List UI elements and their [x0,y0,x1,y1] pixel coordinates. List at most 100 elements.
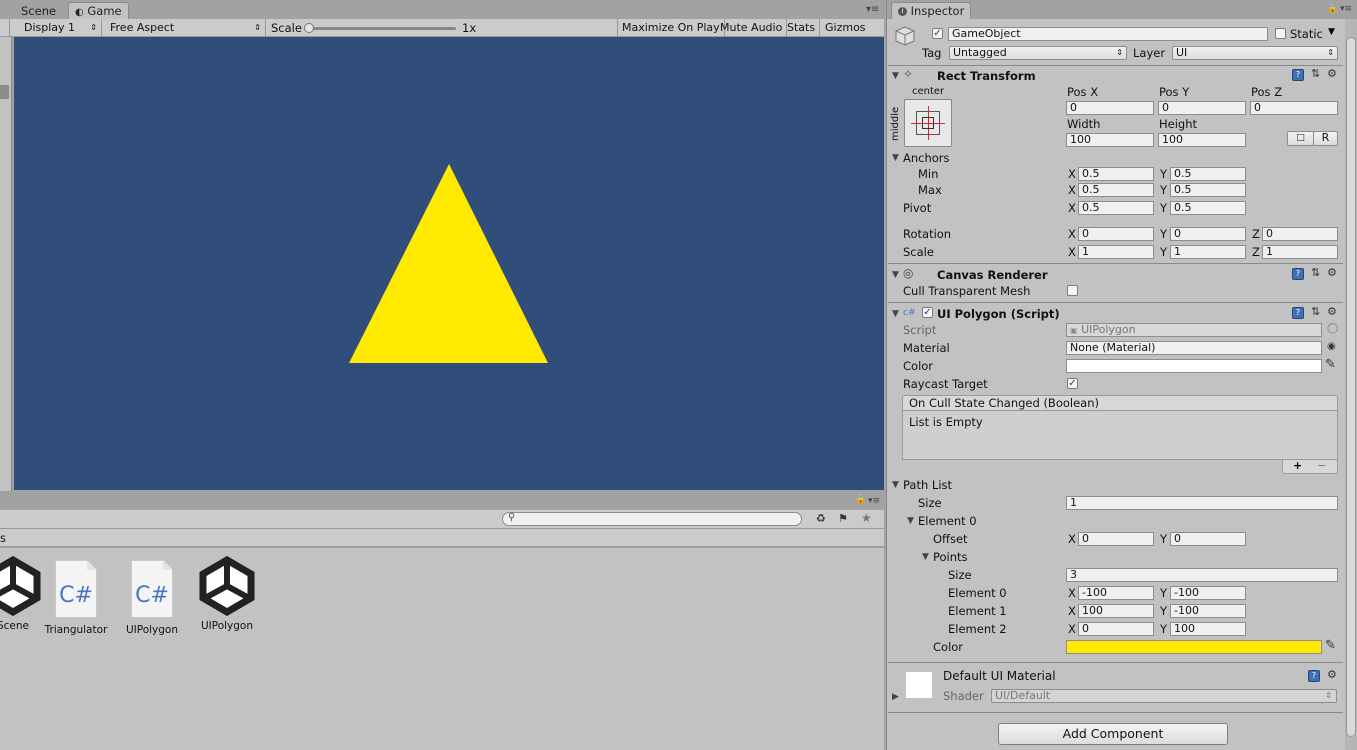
shader-dropdown[interactable]: UI/Default ⇕ [991,689,1337,703]
gear-icon[interactable]: ⚙ [1327,68,1337,80]
points-foldout-arrow[interactable]: ▼ [922,550,929,564]
tag-dropdown[interactable]: Untagged ⇕ [949,46,1127,60]
eyedropper-icon[interactable]: ✎ [1325,357,1336,372]
eyedropper-icon[interactable]: ✎ [1325,638,1336,653]
maximize-on-play-button[interactable]: Maximize On Play [617,19,725,36]
left-edge-control[interactable] [0,19,10,36]
canvas-renderer-foldout-arrow[interactable]: ▼ [892,268,899,282]
offset-y-field[interactable]: 0 [1170,532,1246,546]
color-field[interactable] [1066,359,1322,373]
ui-polygon-enabled-checkbox[interactable]: ✓ [922,307,933,318]
gear-icon[interactable]: ⚙ [1327,669,1337,681]
width-field[interactable]: 100 [1066,133,1154,147]
tab-inspector[interactable]: i Inspector [891,2,972,19]
stats-button[interactable]: Stats [783,19,821,36]
help-book-icon[interactable]: ? [1292,268,1304,280]
point-y-field[interactable]: -100 [1170,604,1246,618]
csharp-script-icon: C# [55,560,97,618]
ui-polygon-foldout-arrow[interactable]: ▼ [892,307,899,321]
rect-transform-foldout-arrow[interactable]: ▼ [892,69,899,83]
filter-by-type-icon[interactable]: ♻ [816,512,826,525]
anchors-foldout-arrow[interactable]: ▼ [892,151,899,165]
pos-z-field[interactable]: 0 [1250,101,1338,115]
pivot-x-field[interactable]: 0.5 [1078,201,1154,215]
pos-y-field[interactable]: 0 [1158,101,1246,115]
add-component-button[interactable]: Add Component [998,723,1228,745]
asset-triangulator[interactable]: C# Triangulator [42,560,110,636]
remove-event-button[interactable]: − [1317,459,1326,472]
preset-icon[interactable]: ⇅ [1311,68,1320,80]
object-picker-icon[interactable]: ◉ [1327,341,1336,352]
cull-transparent-mesh-checkbox[interactable] [1067,285,1078,296]
material-field[interactable]: None (Material) [1066,341,1322,355]
scrollbar-thumb[interactable] [1346,37,1356,737]
gameobject-active-checkbox[interactable]: ✓ [932,28,943,39]
help-book-icon[interactable]: ? [1292,307,1304,319]
point-y-field[interactable]: -100 [1170,586,1246,600]
scale-slider-thumb[interactable] [304,23,314,33]
anchor-preset-button[interactable] [904,99,952,147]
project-search-input[interactable]: ⚲ [502,512,802,526]
anchor-max-x-field[interactable]: 0.5 [1078,183,1154,197]
element-color-field[interactable] [1066,640,1322,654]
asset-scene[interactable]: Scene [0,556,47,632]
lock-icon[interactable]: 🔒 [855,495,866,505]
scale-z-field[interactable]: 1 [1262,245,1338,259]
panel-menu-icon[interactable]: ▾≡ [866,4,879,15]
mute-audio-button[interactable]: Mute Audio [716,19,788,36]
point-y-field[interactable]: 100 [1170,622,1246,636]
inspector-scrollbar[interactable] [1345,19,1357,750]
raycast-target-checkbox[interactable]: ✓ [1067,378,1078,389]
points-size-field[interactable]: 3 [1066,568,1338,582]
offset-x-field[interactable]: 0 [1078,532,1154,546]
add-event-button[interactable]: + [1293,459,1302,472]
element0-label: Element 0 [918,514,977,528]
raw-edit-button[interactable]: R [1313,131,1338,146]
object-picker-icon[interactable]: ◯ [1327,323,1338,334]
point-x-field[interactable]: -100 [1078,586,1154,600]
favorites-star-icon[interactable]: ★ [861,511,872,525]
rotation-y-field[interactable]: 0 [1170,227,1246,241]
static-dropdown-arrow-icon[interactable]: ▼ [1328,27,1335,37]
scale-slider-track[interactable] [306,27,456,30]
preset-icon[interactable]: ⇅ [1311,306,1320,318]
element0-foldout-arrow[interactable]: ▼ [907,514,914,528]
asset-uipolygon-scene[interactable]: UIPolygon [193,556,261,632]
preset-icon[interactable]: ⇅ [1311,267,1320,279]
scale-x-field[interactable]: 1 [1078,245,1154,259]
static-checkbox[interactable] [1275,28,1286,39]
filter-by-label-icon[interactable]: ⚑ [838,512,848,525]
path-list-size-field[interactable]: 1 [1066,496,1338,510]
gameobject-name-input[interactable]: GameObject [948,27,1268,41]
tab-game[interactable]: ◐ Game [68,2,129,19]
asset-uipolygon-script[interactable]: C# UIPolygon [118,560,186,636]
scale-y-field[interactable]: 1 [1170,245,1246,259]
pos-x-field[interactable]: 0 [1066,101,1154,115]
aspect-dropdown[interactable]: Free Aspect ⇕ [106,19,266,36]
material-foldout-arrow[interactable]: ▶ [892,692,899,702]
blueprint-mode-button[interactable]: □ [1287,131,1314,146]
pivot-y-field[interactable]: 0.5 [1170,201,1246,215]
anchor-min-y-field[interactable]: 0.5 [1170,167,1246,181]
gear-icon[interactable]: ⚙ [1327,306,1337,318]
help-book-icon[interactable]: ? [1308,670,1320,682]
anchor-min-x-field[interactable]: 0.5 [1078,167,1154,181]
point-x-field[interactable]: 100 [1078,604,1154,618]
anchor-max-y-field[interactable]: 0.5 [1170,183,1246,197]
layer-dropdown[interactable]: UI ⇕ [1172,46,1338,60]
display-label: Display 1 [24,21,76,34]
point-x-field[interactable]: 0 [1078,622,1154,636]
panel-menu-icon[interactable]: ▾≡ [1340,4,1352,14]
panel-menu-icon[interactable]: ▾≡ [868,496,880,506]
path-list-foldout-arrow[interactable]: ▼ [892,478,899,492]
gear-icon[interactable]: ⚙ [1327,267,1337,279]
rotation-z-field[interactable]: 0 [1262,227,1338,241]
game-view[interactable] [14,37,884,490]
display-dropdown[interactable]: Display 1 ⇕ [20,19,102,36]
height-field[interactable]: 100 [1158,133,1246,147]
tab-scene[interactable]: Scene [15,3,62,19]
gizmos-dropdown[interactable]: Gizmos ▾ [821,19,877,50]
lock-icon[interactable]: 🔒 [1327,4,1338,14]
rotation-x-field[interactable]: 0 [1078,227,1154,241]
help-book-icon[interactable]: ? [1292,69,1304,81]
